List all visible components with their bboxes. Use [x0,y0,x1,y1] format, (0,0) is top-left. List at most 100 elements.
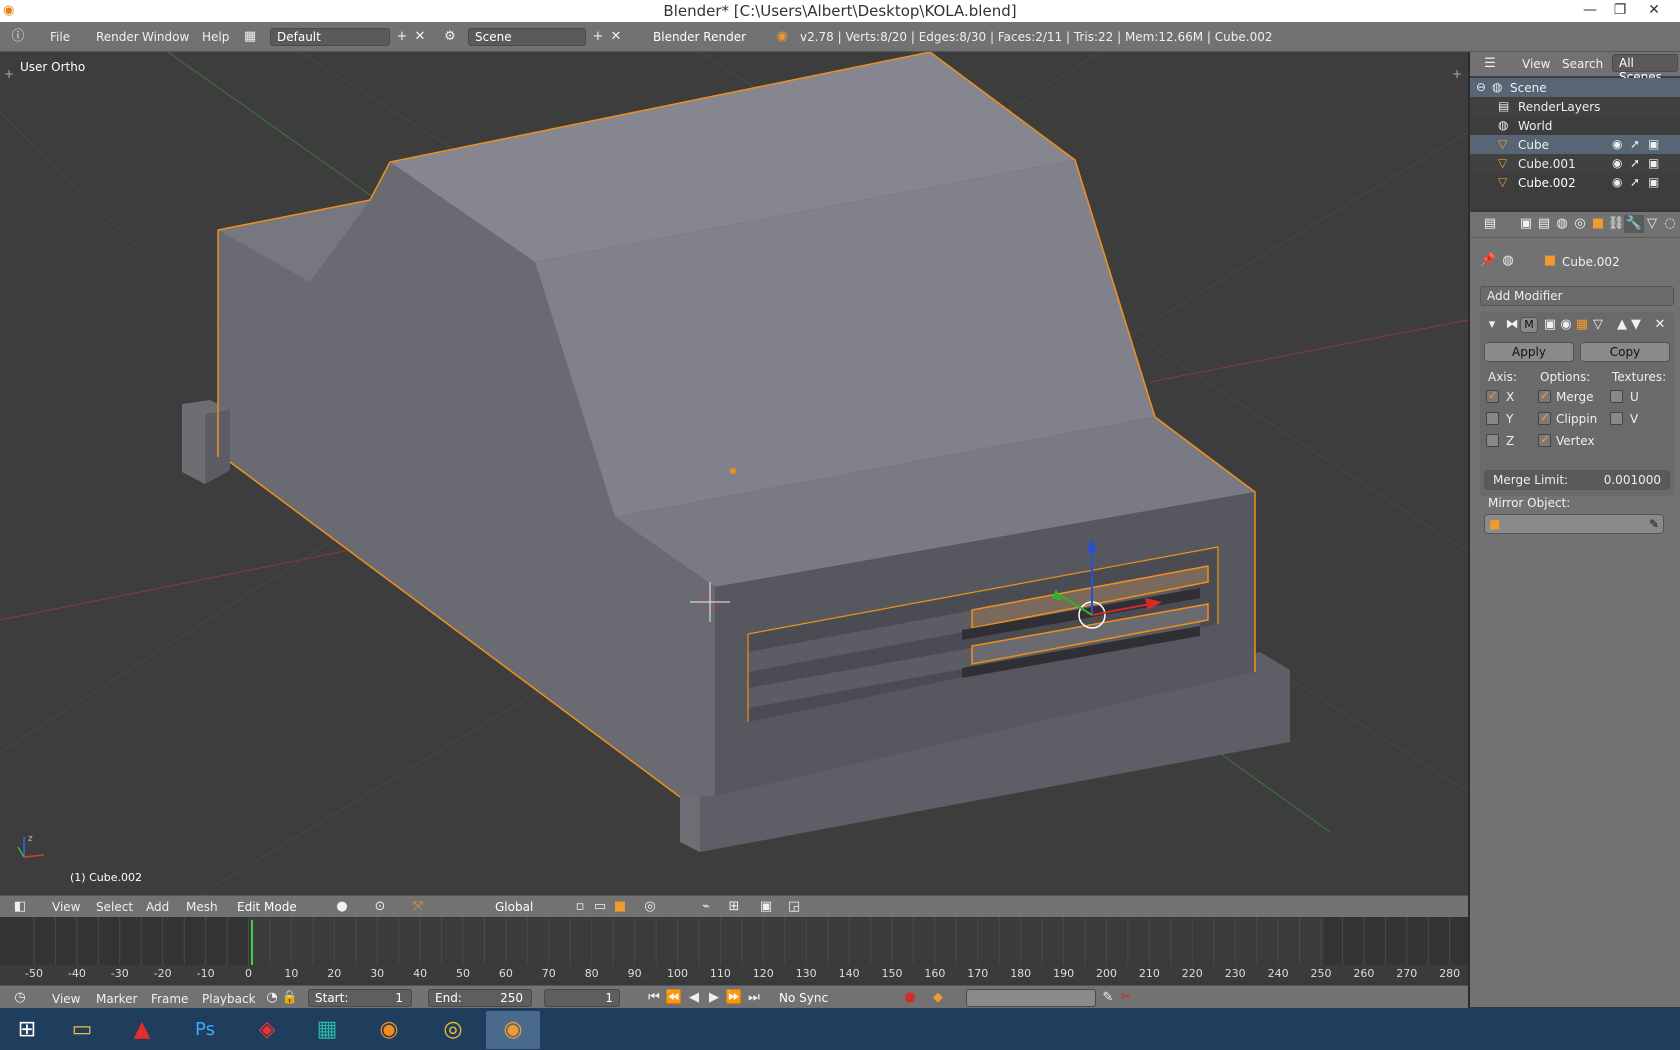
outliner[interactable]: ☰ View Search All Scenes ⊖ ◍ Scene ▤ Ren… [1468,52,1680,210]
pin-icon[interactable]: 📌 [1478,252,1498,270]
remove-modifier-icon[interactable]: ✕ [1650,316,1670,334]
render-layers-tab-icon[interactable]: ▤ [1534,215,1554,233]
remove-layout-icon[interactable]: ✕ [410,28,430,46]
file-explorer-icon[interactable]: ▭ [55,1011,109,1049]
add-layout-icon[interactable]: + [392,28,412,46]
keying-set-field[interactable] [966,989,1096,1007]
remove-scene-icon[interactable]: ✕ [606,28,626,46]
editor-type-properties-icon[interactable]: ▤ [1480,215,1500,233]
clipping-checkbox[interactable] [1538,410,1551,425]
outliner-item-cube[interactable]: ▽ Cube ◉ ➚ ▣ [1470,135,1680,154]
close-window-button[interactable]: ✕ [1640,0,1668,22]
outliner-item-renderlayers[interactable]: ▤ RenderLayers [1470,97,1680,116]
add-modifier-select[interactable]: Add Modifier [1480,286,1674,306]
jump-start-icon[interactable]: ⏮ [644,989,664,1007]
menu-timeline-view[interactable]: View [52,992,80,1006]
modifiers-tab-icon[interactable]: 🔧 [1624,215,1644,233]
scene-icon[interactable]: ⚙ [440,28,460,46]
outliner-menu-view[interactable]: View [1522,57,1550,71]
manipulator-icon[interactable]: ⤧ [408,898,428,916]
constraints-tab-icon[interactable]: ⛓ [1606,215,1626,233]
menu-file[interactable]: File [50,30,70,44]
minimize-button[interactable]: — [1576,0,1604,22]
eyedropper-icon[interactable]: ✎ [1649,515,1659,533]
face-select-icon[interactable]: ■ [610,898,630,916]
mode-select[interactable]: Edit Mode [230,898,324,916]
jump-keyframe-back-icon[interactable]: ⏪ [664,989,684,1007]
selectable-arrow-icon[interactable]: ➚ [1630,175,1640,189]
properties-editor[interactable]: ▤ ▣ ▤ ◍ ◎ ■ ⛓ 🔧 ▽ ◌ 📌 ◍ ■ Cube.002 Add M… [1468,212,1680,1007]
menu-marker[interactable]: Marker [96,992,137,1006]
viewport-shading-icon[interactable]: ● [332,898,352,916]
visibility-eye-icon[interactable]: ◉ [1612,175,1622,189]
viewport-scene[interactable]: + + [0,52,1468,895]
screen-layout-icon[interactable]: ▦ [240,28,260,46]
delete-keyframe-icon[interactable]: ✂ [1116,989,1136,1007]
menu-select[interactable]: Select [96,900,133,914]
modifier-name-field[interactable]: M [1520,317,1538,333]
add-scene-icon[interactable]: + [588,28,608,46]
menu-render[interactable]: Render [96,30,139,44]
firefox-icon[interactable]: ◉ [362,1011,416,1049]
windows-start-icon[interactable]: ⊞ [0,1011,54,1049]
editor-type-info-icon[interactable]: ⓘ [8,28,28,46]
outliner-item-cube001[interactable]: ▽ Cube.001 ◉ ➚ ▣ [1470,154,1680,173]
render-camera-icon[interactable]: ◲ [784,898,804,916]
vertex-groups-checkbox[interactable] [1538,432,1551,447]
menu-playback[interactable]: Playback [202,992,256,1006]
material-tab-icon[interactable]: ◌ [1660,215,1680,233]
restore-button[interactable]: ❐ [1606,0,1634,22]
snap-target-icon[interactable]: ⊞ [724,898,744,916]
outliner-menu-search[interactable]: Search [1562,57,1603,71]
texture-v-checkbox[interactable] [1610,412,1623,425]
menu-add[interactable]: Add [146,900,169,914]
end-frame-field[interactable]: End: 250 [428,989,532,1007]
render-tab-icon[interactable]: ▣ [1516,215,1536,233]
selectable-arrow-icon[interactable]: ➚ [1630,156,1640,170]
sketchup-icon[interactable]: ◈ [240,1011,294,1049]
screen-layout-field[interactable]: Default [270,28,390,46]
timeline[interactable]: -50 -40 -30 -20 -10 0 10 20 30 40 50 60 70 80 90 100 110… [0,917,1468,981]
axis-y-checkbox[interactable] [1486,412,1499,425]
jump-keyframe-forward-icon[interactable]: ⏩ [724,989,744,1007]
render-camera-icon[interactable]: ▣ [1648,156,1659,170]
preview-range-icon[interactable]: ◔ [262,989,282,1007]
show-cage-icon[interactable]: ▽ [1588,316,1608,334]
current-frame-field[interactable]: 1 [544,989,620,1007]
maya-icon[interactable]: ▦ [300,1011,354,1049]
sync-mode-select[interactable]: No Sync [772,989,884,1007]
orientation-select[interactable]: Global [488,898,558,916]
3d-viewport[interactable]: + + User Ortho (1) Cube.002 z [0,52,1468,895]
mirror-object-field[interactable]: ■ ✎ [1484,514,1664,534]
collapse-icon[interactable]: ⊖ [1476,80,1486,94]
editor-type-3d-icon[interactable]: ◧ [10,898,30,916]
play-icon[interactable]: ▶ [704,989,724,1007]
axis-z-checkbox[interactable] [1486,434,1499,447]
move-down-icon[interactable]: ▼ [1626,316,1646,334]
keying-icon[interactable]: ◆ [928,989,948,1007]
render-camera-icon[interactable]: ▣ [1648,175,1659,189]
snap-icon[interactable]: ⌁ [696,898,716,916]
play-reverse-icon[interactable]: ◀ [684,989,704,1007]
outliner-item-cube002[interactable]: ▽ Cube.002 ◉ ➚ ▣ [1470,173,1680,192]
world-tab-icon[interactable]: ◎ [1570,215,1590,233]
render-camera-icon[interactable]: ▣ [1648,137,1659,151]
merge-limit-field[interactable]: Merge Limit: 0.001000 [1484,470,1670,490]
blender-taskbar-icon[interactable]: ◉ [486,1011,540,1049]
opengl-render-icon[interactable]: ▣ [756,898,776,916]
insert-keyframe-icon[interactable]: ✎ [1098,989,1118,1007]
render-engine-select[interactable]: Blender Render [646,28,756,46]
vertex-select-icon[interactable]: ▫ [570,898,590,916]
menu-mesh[interactable]: Mesh [186,900,218,914]
texture-u-checkbox[interactable] [1610,390,1623,403]
scene-tab-icon[interactable]: ◍ [1552,215,1572,233]
selectable-arrow-icon[interactable]: ➚ [1630,137,1640,151]
proportional-edit-icon[interactable]: ◎ [640,898,660,916]
menu-frame[interactable]: Frame [151,992,188,1006]
chrome-icon[interactable]: ◎ [426,1011,480,1049]
pivot-point-icon[interactable]: ⊙ [370,898,390,916]
apply-button[interactable]: Apply [1484,342,1574,362]
menu-view[interactable]: View [52,900,80,914]
autocad-icon[interactable]: ▲ [115,1011,169,1049]
jump-end-icon[interactable]: ⏭ [744,989,764,1007]
